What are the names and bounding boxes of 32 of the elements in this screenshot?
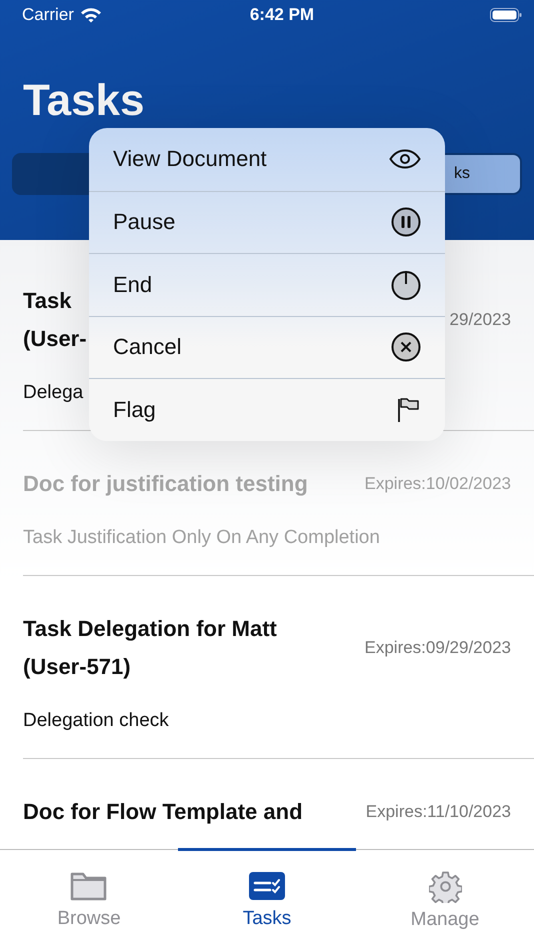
expiry-date: Expires:10/02/2023 [364, 474, 511, 494]
task-title: Doc for Flow Template and [23, 798, 303, 826]
page-title: Tasks [23, 76, 144, 126]
expiry-date: Expires:11/10/2023 [366, 802, 511, 822]
menu-item[interactable]: Pause [89, 190, 445, 253]
flag-icon [397, 396, 421, 423]
clock-label: 6:42 PM [248, 5, 316, 25]
battery-icon [490, 7, 522, 23]
task-description: Delega [23, 382, 84, 404]
cancel-icon [391, 332, 421, 362]
task-title: (User- [23, 325, 87, 353]
task-description: Task Justification Only On Any Completion [23, 527, 381, 549]
task-title: Task [23, 287, 73, 315]
checklist-icon [248, 870, 286, 902]
expiry-date: Expires:09/29/2023 [364, 638, 511, 658]
settings-icon [428, 870, 462, 903]
wifi-icon [80, 7, 102, 23]
folder-icon [70, 870, 108, 902]
menu-item[interactable]: View Document [89, 128, 445, 190]
task-title: Task Delegation for Matt [23, 615, 277, 643]
eye-icon [389, 149, 421, 170]
carrier-label: Carrier [22, 5, 74, 25]
menu-item[interactable]: Flag [89, 378, 445, 440]
pause-icon [391, 207, 421, 238]
expiry-date: 29/2023 [450, 310, 511, 330]
task-title: Doc for justification testing [23, 470, 308, 498]
menu-item[interactable]: End [89, 253, 445, 316]
task-description: Delegation check [23, 710, 170, 732]
menu-item[interactable]: Cancel [89, 316, 445, 378]
task-title: (User-571) [23, 653, 132, 681]
power-icon [391, 270, 421, 300]
tab-item[interactable]: Tasks [178, 850, 356, 950]
